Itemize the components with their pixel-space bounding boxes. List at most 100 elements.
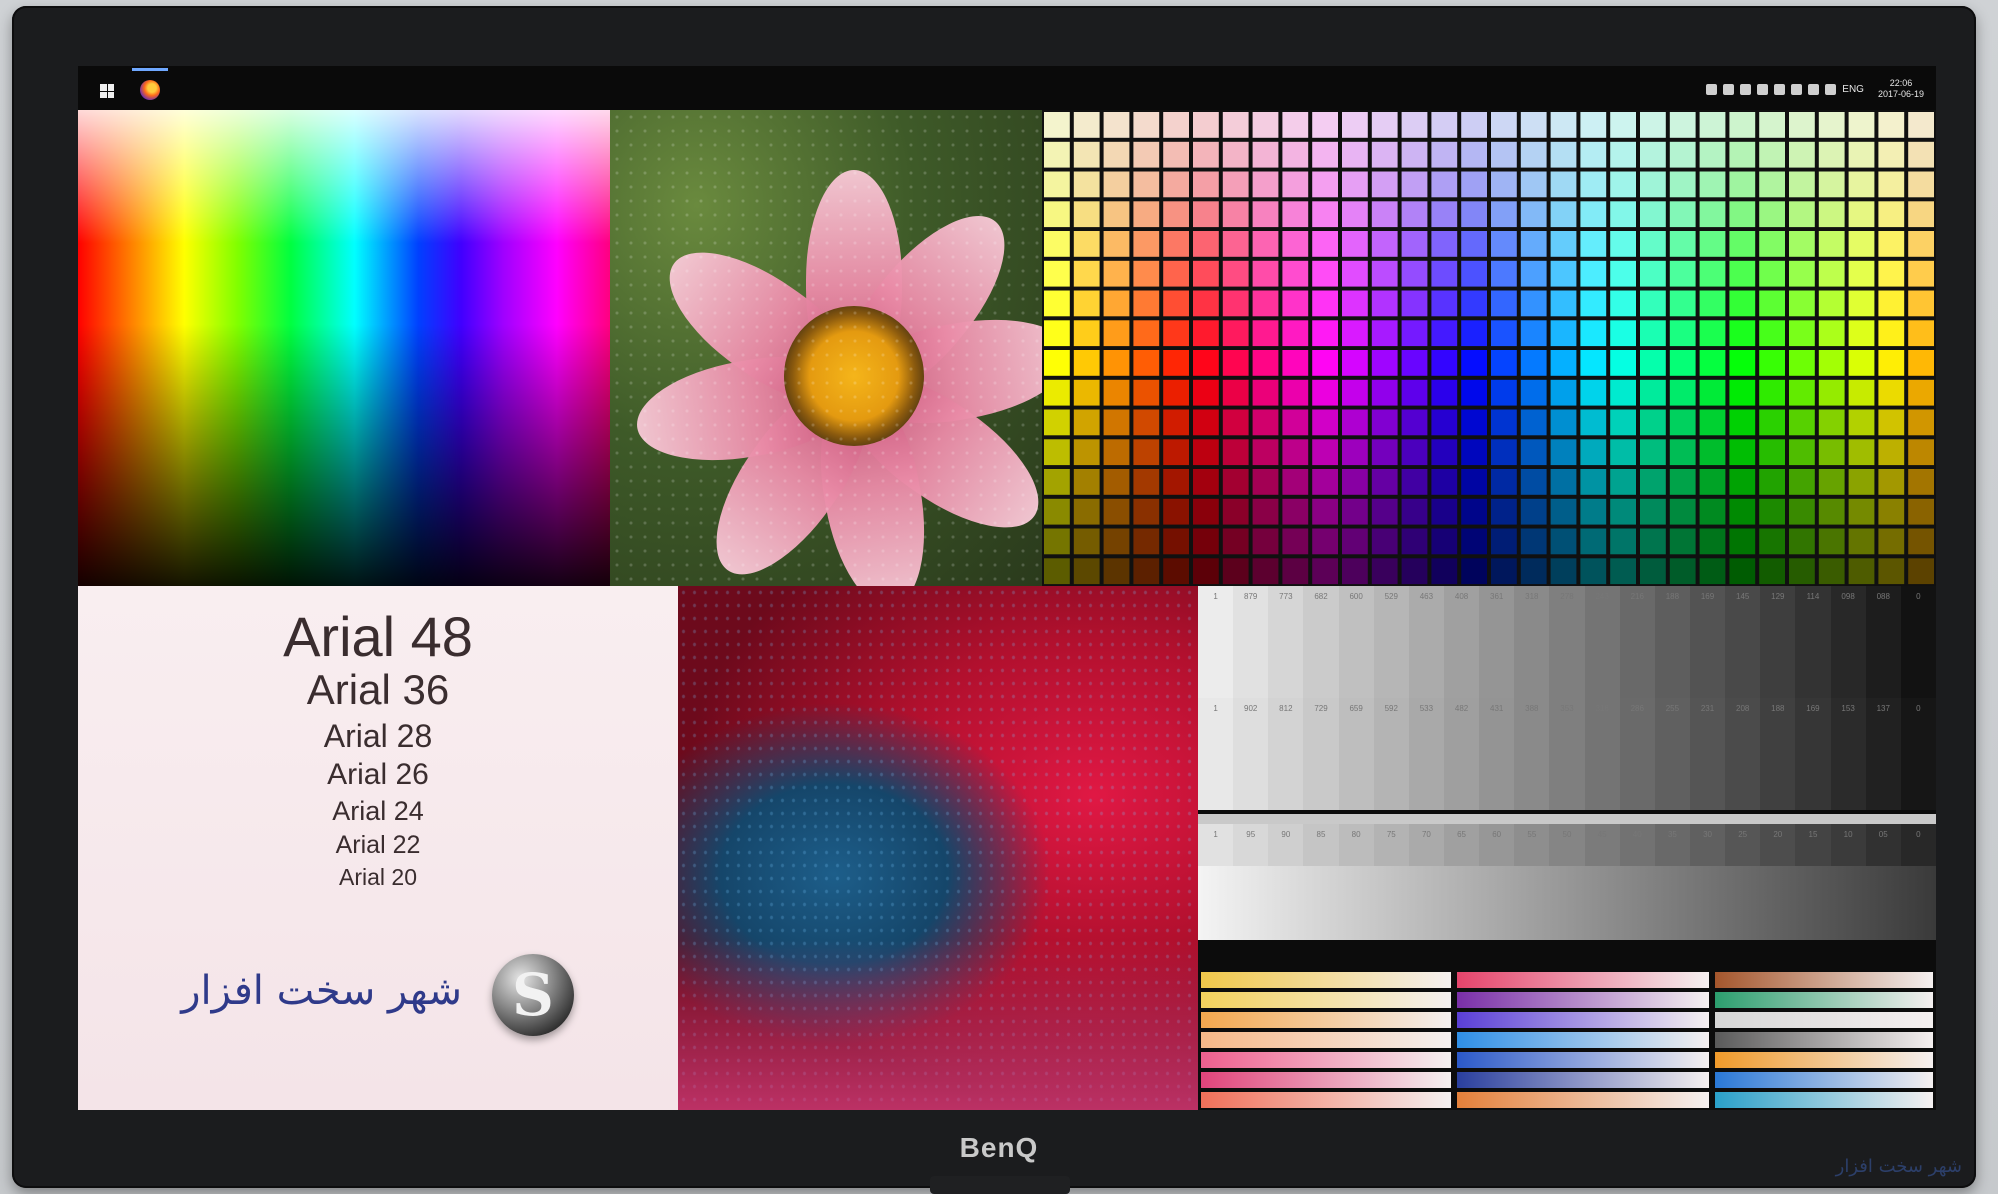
color-swatch	[1640, 528, 1666, 555]
font-sample: Arial 26	[327, 758, 429, 791]
color-swatch	[1163, 260, 1189, 287]
color-swatch	[1312, 350, 1338, 376]
color-swatch	[1491, 112, 1517, 138]
gray-step-label: 533	[1419, 704, 1434, 713]
color-swatch	[1401, 141, 1428, 168]
color-swatch	[1371, 350, 1398, 376]
color-swatch	[1163, 439, 1189, 466]
color-swatch	[1580, 260, 1607, 287]
firefox-icon[interactable]	[140, 80, 160, 100]
color-swatch	[1222, 112, 1249, 138]
taskbar-clock[interactable]: 22:06 2017-06-19	[1878, 78, 1924, 100]
color-swatch	[1133, 498, 1160, 525]
active-app-indicator	[132, 68, 168, 71]
color-swatch	[1580, 320, 1607, 347]
color-swatch	[1848, 201, 1875, 228]
color-swatch	[1312, 439, 1338, 466]
color-swatch	[1610, 201, 1636, 228]
color-swatch	[1520, 409, 1547, 436]
color-swatch	[1818, 528, 1845, 555]
color-swatch	[1908, 290, 1934, 317]
color-swatch	[1610, 498, 1636, 525]
color-swatch	[1848, 141, 1875, 168]
color-swatch	[1520, 350, 1547, 376]
color-swatch	[1669, 112, 1696, 138]
color-swatch	[1818, 260, 1845, 287]
color-swatch	[1520, 290, 1547, 317]
color-swatch	[1044, 528, 1070, 555]
color-swatch	[1789, 469, 1815, 495]
color-swatch	[1580, 350, 1607, 376]
color-swatch	[1222, 469, 1249, 495]
color-swatch	[1252, 498, 1279, 525]
gradient-bar	[1457, 1052, 1709, 1068]
color-swatch	[1789, 260, 1815, 287]
color-swatch	[1580, 201, 1607, 228]
color-swatch	[1520, 171, 1547, 198]
color-swatch	[1163, 528, 1189, 555]
color-swatch	[1431, 469, 1458, 495]
color-swatch	[1103, 290, 1130, 317]
gray-step-label: 431	[1490, 704, 1504, 713]
update-icon[interactable]	[1740, 83, 1752, 95]
color-swatch	[1580, 112, 1607, 138]
color-swatch	[1610, 528, 1636, 555]
color-swatch	[1193, 379, 1219, 406]
gray-step-label: 0	[1916, 704, 1921, 713]
color-swatch	[1580, 558, 1607, 585]
color-swatch	[1133, 201, 1160, 228]
monitor-icon[interactable]	[1808, 83, 1820, 95]
gray-step-label: 529	[1384, 592, 1398, 601]
color-swatch	[1252, 290, 1279, 317]
color-swatch	[1550, 320, 1577, 347]
color-swatch	[1342, 290, 1368, 317]
color-swatch	[1729, 439, 1756, 466]
font-sample: Arial 48	[283, 605, 473, 668]
chrome-icon[interactable]	[1723, 83, 1735, 95]
color-swatch	[1282, 171, 1309, 198]
color-swatch	[1342, 439, 1368, 466]
font-sample: Arial 24	[332, 796, 424, 826]
color-swatch	[1312, 409, 1338, 436]
color-swatch	[1252, 469, 1279, 495]
color-swatch	[1669, 350, 1696, 376]
color-swatch	[1252, 141, 1279, 168]
color-swatch	[1461, 171, 1487, 198]
color-swatch	[1550, 141, 1577, 168]
printer-icon[interactable]	[1791, 83, 1803, 95]
usb-icon[interactable]	[1774, 83, 1786, 95]
color-swatch	[1699, 439, 1726, 466]
color-swatch	[1163, 320, 1189, 347]
color-swatch	[1401, 260, 1428, 287]
windows-start-icon[interactable]	[100, 84, 114, 98]
color-swatch	[1550, 290, 1577, 317]
color-swatch	[1699, 528, 1726, 555]
color-swatch	[1878, 498, 1905, 525]
color-swatch	[1163, 350, 1189, 376]
color-swatch	[1222, 558, 1249, 585]
gray-step-label: 60	[1492, 830, 1502, 839]
language-indicator[interactable]: ENG	[1842, 84, 1864, 95]
color-swatch	[1699, 498, 1726, 525]
gray-step-label: 05	[1878, 830, 1888, 839]
color-swatch	[1878, 409, 1905, 436]
color-swatch	[1908, 558, 1934, 585]
gray-step-label: 243	[1595, 592, 1609, 601]
color-swatch	[1789, 231, 1815, 257]
gradient-bar	[1201, 1052, 1451, 1068]
color-swatch	[1759, 112, 1785, 138]
color-swatch	[1401, 171, 1428, 198]
clock-time: 22:06	[1889, 78, 1913, 88]
volume-icon[interactable]	[1825, 83, 1837, 95]
color-swatch	[1520, 379, 1547, 406]
color-swatch	[1699, 409, 1726, 436]
network-icon[interactable]	[1706, 83, 1718, 95]
color-swatch	[1222, 350, 1249, 376]
color-swatch	[1163, 171, 1189, 198]
color-swatch	[1103, 439, 1130, 466]
color-swatch	[1342, 379, 1368, 406]
color-swatch	[1818, 171, 1845, 198]
color-swatch	[1729, 498, 1756, 525]
color-swatch	[1699, 231, 1726, 257]
messenger-icon[interactable]	[1757, 83, 1769, 95]
